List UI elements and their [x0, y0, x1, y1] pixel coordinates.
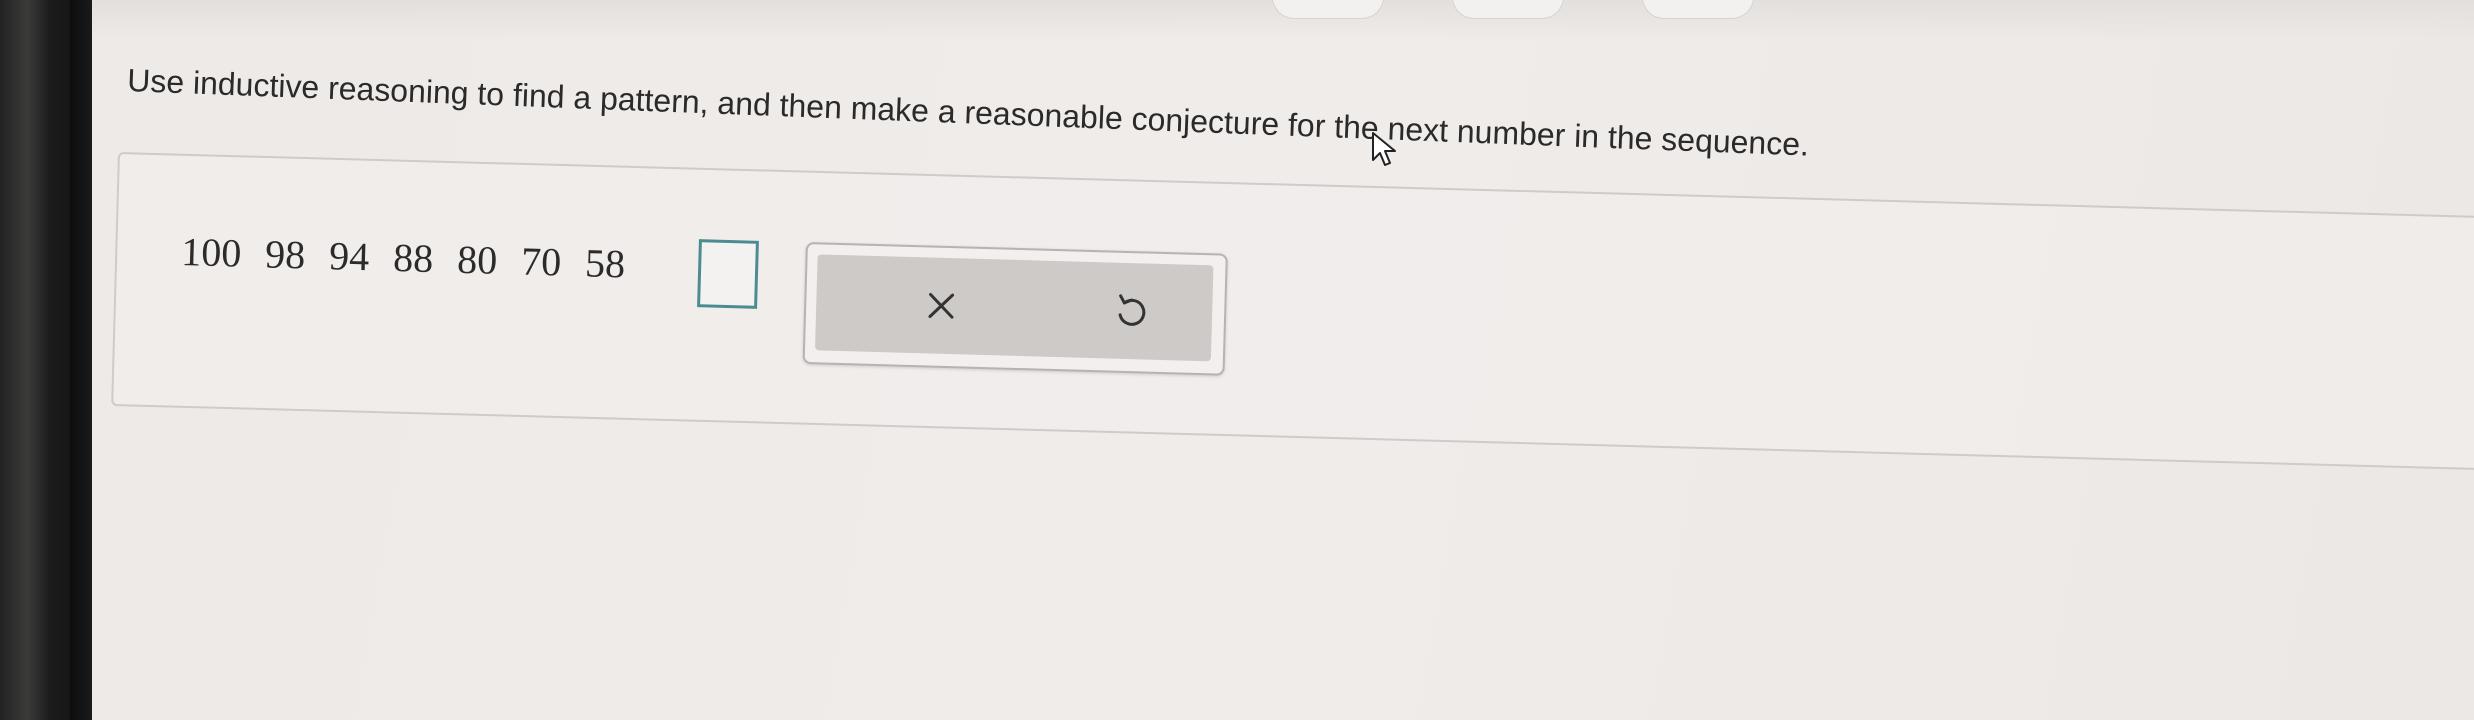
top-tab[interactable]	[1452, 0, 1564, 19]
mouse-cursor-icon	[1372, 132, 1396, 166]
top-tab[interactable]	[1272, 0, 1384, 19]
device-bezel-edge	[70, 0, 92, 720]
answer-input[interactable]	[697, 239, 759, 309]
toolbox-tray	[814, 254, 1214, 362]
undo-icon	[1118, 294, 1146, 326]
clear-button[interactable]	[910, 275, 972, 337]
math-toolbox	[802, 242, 1228, 376]
top-tab[interactable]	[1642, 0, 1754, 19]
undo-button[interactable]	[1100, 280, 1162, 342]
close-icon	[928, 292, 955, 319]
